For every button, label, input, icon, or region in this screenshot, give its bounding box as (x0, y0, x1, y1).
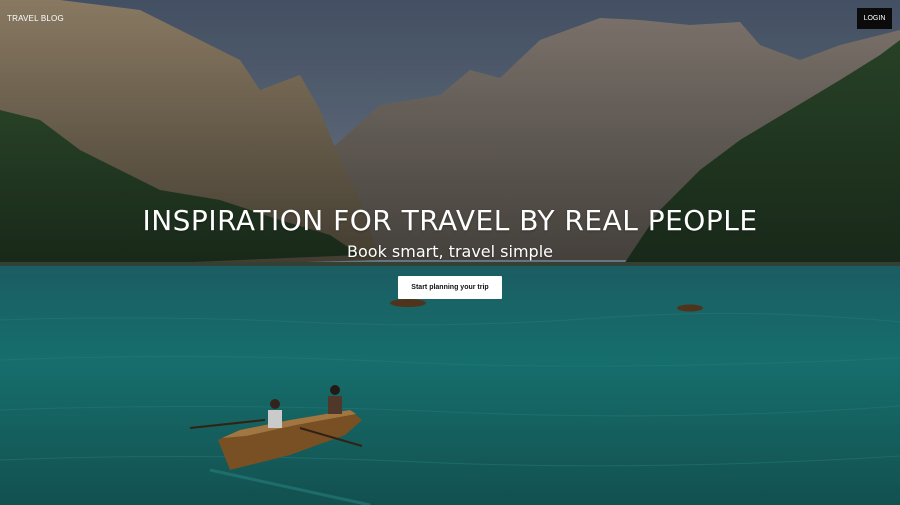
hero-subheadline: Book smart, travel simple (347, 242, 553, 261)
hero-section: TRAVEL BLOG LOGIN INSPIRATION FOR TRAVEL… (0, 0, 900, 505)
login-button[interactable]: LOGIN (857, 8, 892, 29)
brand-logo[interactable]: TRAVEL BLOG (7, 14, 64, 23)
hero-headline: INSPIRATION FOR TRAVEL BY REAL PEOPLE (142, 204, 758, 237)
start-planning-button[interactable]: Start planning your trip (398, 276, 502, 299)
